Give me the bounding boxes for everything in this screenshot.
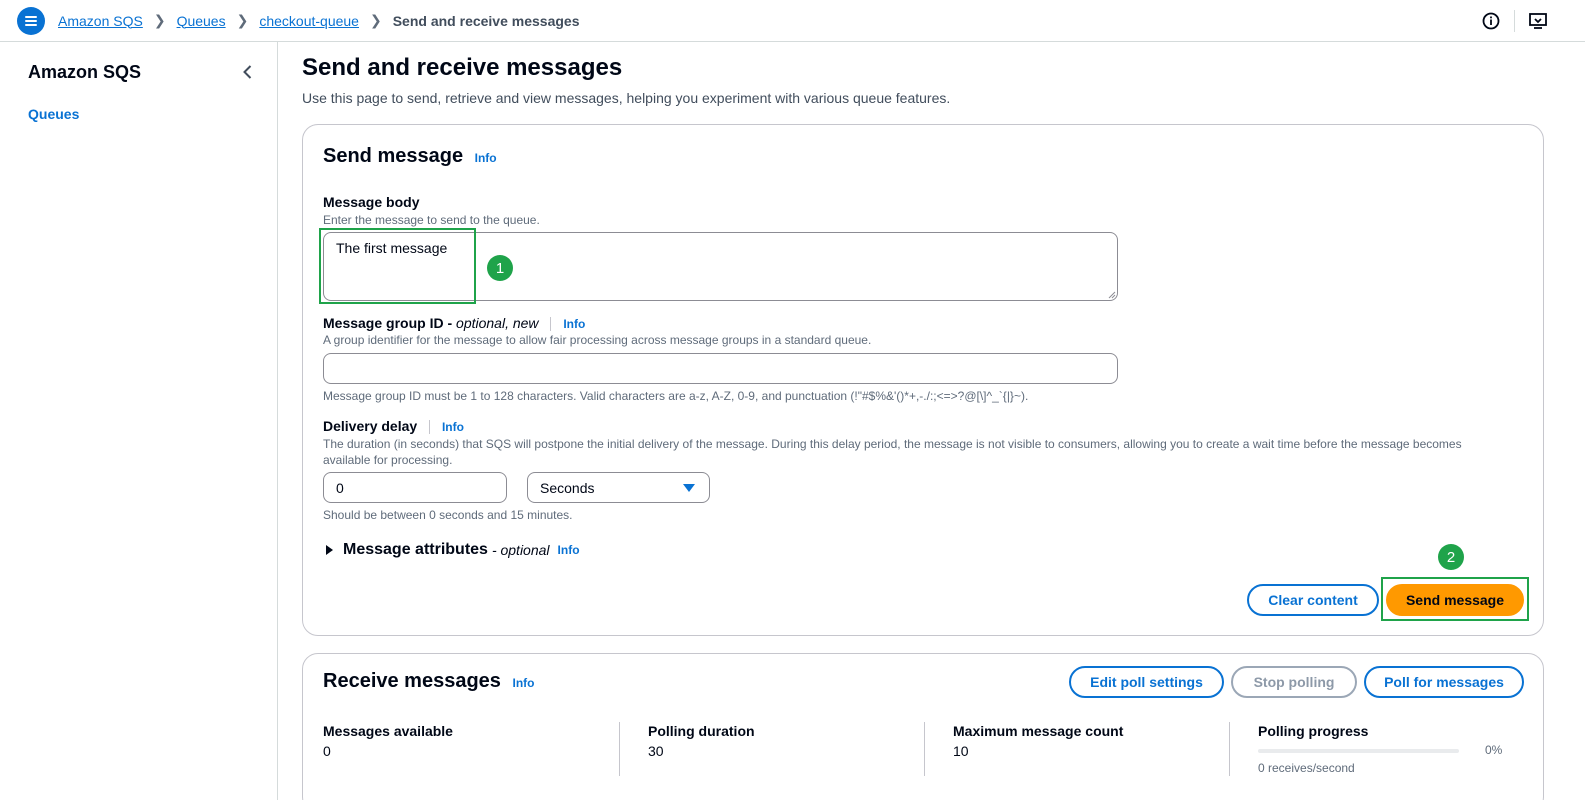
stat-divider (619, 722, 620, 776)
delivery-delay-description: The duration (in seconds) that SQS will … (323, 437, 1462, 467)
max-message-count-value: 10 (953, 743, 969, 759)
send-message-title: Send message (323, 145, 464, 167)
message-group-id-constraint: Message group ID must be 1 to 128 charac… (323, 389, 1029, 403)
stat-divider (924, 722, 925, 776)
message-group-id-description: A group identifier for the message to al… (323, 333, 872, 347)
message-attributes-expander[interactable]: Message attributes - optional Info (323, 541, 580, 559)
message-body-label: Message body (323, 194, 420, 210)
feedback-icon[interactable] (1528, 11, 1548, 31)
delivery-delay-unit-value: Seconds (540, 479, 595, 496)
send-message-heading: Send message Info (323, 145, 497, 168)
polling-progress-label: Polling progress (1258, 723, 1369, 739)
breadcrumb-queues[interactable]: Queues (177, 13, 226, 29)
message-group-id-input[interactable] (323, 353, 1118, 384)
message-body-description: Enter the message to send to the queue. (323, 213, 540, 227)
page-description: Use this page to send, retrieve and view… (302, 90, 951, 106)
clear-content-button[interactable]: Clear content (1247, 584, 1379, 616)
delivery-delay-info-link[interactable]: Info (442, 420, 464, 434)
annotation-badge-1: 1 (487, 255, 513, 281)
max-message-count-label: Maximum message count (953, 723, 1124, 739)
toolbar-divider (1514, 10, 1515, 32)
annotation-badge-2: 2 (1438, 544, 1464, 570)
poll-for-messages-button[interactable]: Poll for messages (1364, 666, 1524, 698)
delivery-delay-label: Delivery delay Info (323, 418, 464, 435)
polling-duration-value: 30 (648, 743, 664, 759)
polling-progress-percent: 0% (1485, 743, 1503, 757)
breadcrumb: Amazon SQS ❯ Queues ❯ checkout-queue ❯ S… (58, 12, 580, 29)
stat-divider (1229, 722, 1230, 776)
stop-polling-button[interactable]: Stop polling (1231, 666, 1357, 698)
breadcrumb-checkout-queue[interactable]: checkout-queue (259, 13, 359, 29)
chevron-right-icon: ❯ (369, 12, 382, 28)
message-group-id-optional: optional, new (456, 315, 539, 331)
messages-available-label: Messages available (323, 723, 453, 739)
receive-messages-heading: Receive messages Info (323, 670, 534, 693)
info-icon[interactable] (1481, 11, 1501, 31)
sidebar-item-queues[interactable]: Queues (28, 106, 79, 122)
caret-right-icon (326, 545, 333, 555)
polling-progress-bar (1258, 749, 1459, 753)
receive-messages-title: Receive messages (323, 670, 501, 692)
breadcrumb-amazon-sqs[interactable]: Amazon SQS (58, 13, 143, 29)
delivery-delay-label-text: Delivery delay (323, 418, 418, 434)
send-message-panel: Send message Info Message body Enter the… (302, 124, 1544, 636)
chevron-right-icon: ❯ (153, 12, 166, 28)
chevron-left-icon[interactable] (240, 64, 256, 80)
caret-down-icon (683, 484, 695, 492)
message-attributes-info-link[interactable]: Info (558, 543, 580, 557)
label-divider (429, 420, 431, 435)
delivery-delay-input[interactable] (323, 472, 507, 503)
annotation-highlight-message-body (319, 228, 476, 304)
resize-handle-icon[interactable] (1106, 289, 1116, 299)
page-title: Send and receive messages (302, 54, 623, 81)
chevron-right-icon: ❯ (236, 12, 249, 28)
message-attributes-optional: - optional (491, 542, 550, 558)
message-group-id-label-text: Message group ID - (323, 315, 453, 331)
breadcrumb-current: Send and receive messages (392, 12, 580, 29)
label-divider (550, 317, 552, 332)
message-group-info-link[interactable]: Info (563, 317, 585, 331)
delivery-delay-constraint: Should be between 0 seconds and 15 minut… (323, 508, 573, 522)
side-navigation: Amazon SQS Queues (0, 42, 278, 800)
receive-messages-panel: Receive messages Info Edit poll settings… (302, 653, 1544, 800)
polling-duration-label: Polling duration (648, 723, 755, 739)
receive-info-link[interactable]: Info (512, 676, 534, 690)
top-navigation: Amazon SQS ❯ Queues ❯ checkout-queue ❯ S… (0, 0, 1585, 42)
message-attributes-label: Message attributes (343, 541, 488, 558)
sidenav-title: Amazon SQS (28, 62, 142, 82)
menu-icon[interactable] (17, 7, 45, 35)
delivery-delay-unit-select[interactable]: Seconds (527, 472, 710, 503)
send-info-link[interactable]: Info (475, 151, 497, 165)
edit-poll-settings-button[interactable]: Edit poll settings (1069, 666, 1224, 698)
message-group-id-label: Message group ID - optional, new Info (323, 315, 585, 332)
messages-available-value: 0 (323, 743, 331, 759)
annotation-highlight-send-button (1381, 577, 1529, 621)
polling-rate: 0 receives/second (1258, 761, 1355, 775)
